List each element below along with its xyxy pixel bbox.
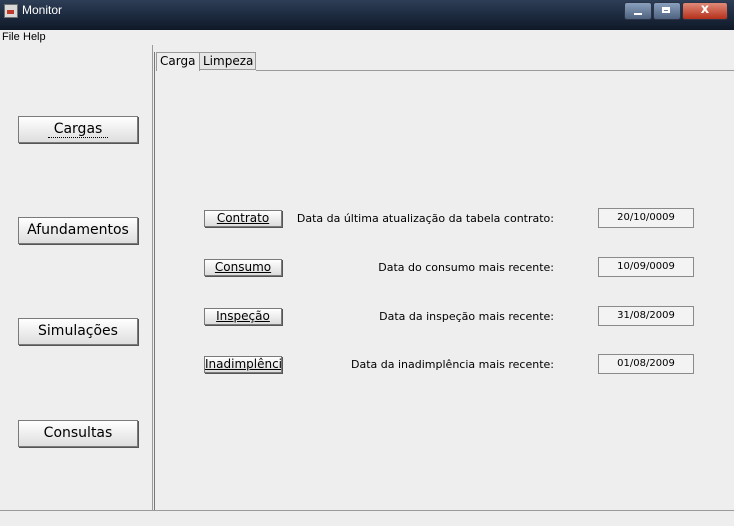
inadimplencia-date-label: Data da inadimplência mais recente: xyxy=(351,358,554,371)
inspecao-button-label: Inspeção xyxy=(216,309,270,323)
java-app-icon xyxy=(4,4,18,18)
consultas-button[interactable]: Consultas xyxy=(18,420,138,447)
contrato-date-label: Data da última atualização da tabela con… xyxy=(296,212,554,225)
cargas-button[interactable]: Cargas xyxy=(18,116,138,143)
inadimplencia-button-label: Inadimplência xyxy=(205,357,282,371)
inspecao-date-label: Data da inspeção mais recente: xyxy=(379,310,554,323)
close-icon[interactable] xyxy=(682,2,728,20)
inspecao-date-field[interactable]: 31/08/2009 xyxy=(598,306,694,326)
menu-file[interactable]: File xyxy=(2,31,20,43)
monitor-window: Monitor File Help Cargas Afundamentos Si… xyxy=(0,0,734,526)
consumo-button[interactable]: Consumo xyxy=(204,259,282,276)
inadimplencia-button[interactable]: Inadimplência xyxy=(204,356,282,373)
simulacoes-button-label: Simulações xyxy=(38,323,118,339)
menu-help[interactable]: Help xyxy=(23,31,46,43)
contrato-date-field[interactable]: 20/10/0009 xyxy=(598,208,694,228)
inspecao-button[interactable]: Inspeção xyxy=(204,308,282,325)
consumo-date-field[interactable]: 10/09/0009 xyxy=(598,257,694,277)
window-controls xyxy=(623,2,728,20)
tab-strip-border xyxy=(256,70,734,71)
tab-carga[interactable]: Carga xyxy=(156,52,200,71)
consumo-button-label: Consumo xyxy=(214,260,272,274)
menu-bar: File Help xyxy=(0,30,734,44)
consumo-date-label: Data do consumo mais recente: xyxy=(378,261,554,274)
split-divider xyxy=(152,45,153,510)
panel-left-border xyxy=(154,52,155,510)
simulacoes-button[interactable]: Simulações xyxy=(18,318,138,345)
inadimplencia-date-field[interactable]: 01/08/2009 xyxy=(598,354,694,374)
window-title: Monitor xyxy=(22,3,63,17)
cargas-button-label: Cargas xyxy=(47,121,109,138)
contrato-button[interactable]: Contrato xyxy=(204,210,282,227)
tab-limpeza[interactable]: Limpeza xyxy=(200,52,256,70)
afundamentos-button-label: Afundamentos xyxy=(27,222,129,238)
maximize-icon[interactable] xyxy=(653,2,681,20)
minimize-icon[interactable] xyxy=(624,2,652,20)
contrato-button-label: Contrato xyxy=(216,211,270,225)
status-bar xyxy=(0,511,734,526)
consultas-button-label: Consultas xyxy=(43,425,113,441)
afundamentos-button[interactable]: Afundamentos xyxy=(18,217,138,244)
title-bar[interactable]: Monitor xyxy=(0,0,734,30)
